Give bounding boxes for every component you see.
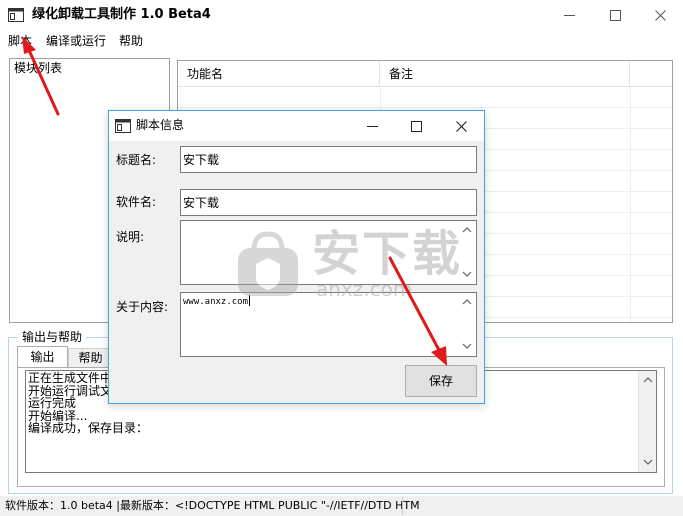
chevron-up-icon[interactable]: [643, 375, 653, 385]
status-version-text: 软件版本：1.0 beta4 |最新版本：<!DOCTYPE HTML PUBL…: [5, 499, 420, 512]
log-line: 编译成功，保存目录：: [28, 421, 149, 435]
maximize-button[interactable]: [592, 0, 638, 30]
menu-item-script[interactable]: 脚本: [8, 33, 32, 49]
menu-item-help[interactable]: 帮助: [119, 33, 143, 49]
chevron-down-icon[interactable]: [643, 457, 653, 467]
title-name-input[interactable]: 安下载: [180, 146, 477, 173]
function-table-header: 功能名 备注: [178, 61, 672, 87]
minimize-icon: [366, 125, 378, 127]
dialog-maximize-button[interactable]: [394, 111, 438, 141]
watermark-bag-logo: [238, 231, 298, 296]
chevron-down-icon[interactable]: [462, 269, 472, 279]
output-scrollbar[interactable]: [638, 371, 656, 472]
dialog-title: 脚本信息: [136, 118, 185, 132]
dialog-minimize-button[interactable]: [350, 111, 394, 141]
maximize-icon: [609, 9, 621, 21]
watermark-url: anxz.com: [316, 277, 413, 301]
close-button[interactable]: [637, 0, 683, 30]
tab-help[interactable]: 帮助: [68, 348, 113, 368]
output-help-group-label: 输出与帮助: [18, 330, 87, 344]
minimize-button[interactable]: [546, 0, 592, 30]
close-icon: [455, 120, 467, 132]
watermark-text: 安下载: [312, 226, 463, 282]
maximize-icon: [410, 120, 422, 132]
save-button[interactable]: 保存: [405, 365, 477, 397]
software-name-input[interactable]: 安下载: [180, 189, 477, 216]
status-bar-separator: [402, 497, 403, 515]
minimize-icon: [563, 14, 575, 16]
column-header-function[interactable]: 功能名: [178, 61, 380, 87]
title-name-label: 标题名:: [116, 153, 157, 167]
chevron-up-icon[interactable]: [462, 225, 472, 235]
column-header-note[interactable]: 备注: [380, 61, 630, 87]
dialog-window-icon: [115, 119, 131, 133]
chevron-down-icon[interactable]: [462, 341, 472, 351]
chevron-up-icon[interactable]: [462, 297, 472, 307]
dialog-close-button[interactable]: [439, 111, 483, 141]
menu-bar: 脚本 编译或运行 帮助: [0, 30, 683, 52]
close-icon: [654, 9, 666, 21]
column-header-extra[interactable]: [630, 61, 672, 87]
window-title: 绿化卸载工具制作 1.0 Beta4: [32, 7, 211, 22]
about-content-label: 关于内容:: [116, 300, 169, 314]
tab-output[interactable]: 输出: [17, 346, 68, 368]
software-name-label: 软件名:: [116, 195, 157, 209]
about-content-scrollbar[interactable]: [459, 293, 476, 356]
module-list-label: 模块列表: [14, 60, 63, 76]
about-content-textarea[interactable]: www.anxz.com: [180, 292, 477, 357]
about-content-value: www.anxz.com: [183, 297, 249, 307]
description-label: 说明:: [116, 230, 145, 244]
table-row[interactable]: [178, 87, 672, 108]
menu-item-compile-run[interactable]: 编译或运行: [46, 33, 106, 49]
app-window-icon: [8, 8, 24, 22]
